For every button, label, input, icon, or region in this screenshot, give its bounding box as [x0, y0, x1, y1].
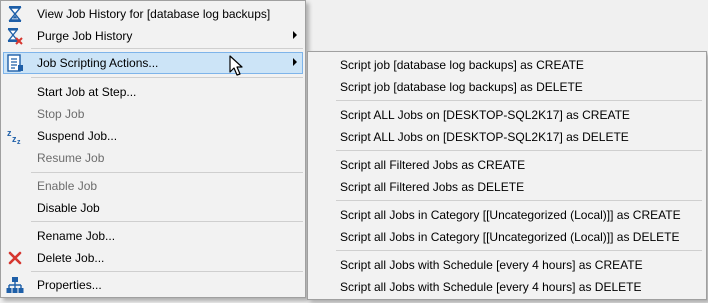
submenu-item-label: Script all Jobs with Schedule [every 4 h…	[340, 280, 642, 294]
menu-item-label: Disable Job	[37, 201, 100, 215]
submenu-item-label: Script all Jobs in Category [[Uncategori…	[340, 230, 680, 244]
menu-item-delete-job[interactable]: Delete Job...	[3, 247, 303, 269]
submenu-item-script-job-delete[interactable]: Script job [database log backups] as DEL…	[310, 76, 704, 98]
menu-item-label: Properties...	[37, 278, 102, 292]
mouse-cursor-icon	[229, 55, 243, 76]
menu-item-label: Purge Job History	[37, 29, 133, 43]
purge-history-icon	[7, 28, 23, 45]
menu-item-start-job-at-step[interactable]: Start Job at Step...	[3, 81, 303, 103]
submenu-item-script-job-create[interactable]: Script job [database log backups] as CRE…	[310, 54, 704, 76]
menu-item-enable-job[interactable]: Enable Job	[3, 175, 303, 197]
menu-item-resume-job[interactable]: Resume Job	[3, 147, 303, 169]
menu-item-label: Rename Job...	[37, 229, 116, 243]
submenu-item-script-all-jobs-server-create[interactable]: Script ALL Jobs on [DESKTOP-SQL2K17] as …	[310, 104, 704, 126]
submenu-item-script-all-jobs-server-delete[interactable]: Script ALL Jobs on [DESKTOP-SQL2K17] as …	[310, 126, 704, 148]
menu-item-label: Start Job at Step...	[37, 85, 137, 99]
submenu-item-label: Script ALL Jobs on [DESKTOP-SQL2K17] as …	[340, 130, 629, 144]
menu-separator	[31, 271, 303, 272]
menu-separator	[31, 77, 303, 78]
menu-item-disable-job[interactable]: Disable Job	[3, 197, 303, 219]
menu-separator	[336, 250, 702, 251]
menu-item-label: Enable Job	[37, 179, 98, 193]
svg-text:z: z	[17, 139, 21, 146]
submenu-arrow-icon	[293, 58, 297, 66]
submenu-item-label: Script all Filtered Jobs as DELETE	[340, 180, 525, 194]
menu-item-job-scripting-actions[interactable]: Job Scripting Actions...	[3, 52, 303, 74]
delete-icon	[8, 251, 22, 265]
menu-separator	[31, 48, 303, 49]
menu-separator	[336, 200, 702, 201]
submenu-item-script-filtered-jobs-delete[interactable]: Script all Filtered Jobs as DELETE	[310, 176, 704, 198]
submenu-item-script-filtered-jobs-create[interactable]: Script all Filtered Jobs as CREATE	[310, 154, 704, 176]
menu-separator	[31, 221, 303, 222]
job-scripting-submenu: Script job [database log backups] as CRE…	[307, 51, 707, 300]
menu-item-stop-job[interactable]: Stop Job	[3, 103, 303, 125]
menu-item-label: Stop Job	[37, 107, 85, 121]
submenu-arrow-icon	[293, 31, 297, 39]
menu-item-label: Suspend Job...	[37, 129, 118, 143]
menu-item-suspend-job[interactable]: z z z Suspend Job...	[3, 125, 303, 147]
submenu-item-script-schedule-jobs-create[interactable]: Script all Jobs with Schedule [every 4 h…	[310, 254, 704, 276]
submenu-item-label: Script all Filtered Jobs as CREATE	[340, 158, 526, 172]
submenu-item-script-category-jobs-create[interactable]: Script all Jobs in Category [[Uncategori…	[310, 204, 704, 226]
hourglass-icon	[8, 6, 22, 22]
submenu-item-label: Script job [database log backups] as CRE…	[340, 58, 584, 72]
menu-item-rename-job[interactable]: Rename Job...	[3, 225, 303, 247]
submenu-item-script-schedule-jobs-delete[interactable]: Script all Jobs with Schedule [every 4 h…	[310, 276, 704, 298]
menu-item-label: Job Scripting Actions...	[37, 56, 159, 70]
job-context-menu: View Job History for [database log backu…	[0, 0, 306, 298]
submenu-item-label: Script ALL Jobs on [DESKTOP-SQL2K17] as …	[340, 108, 630, 122]
menu-separator	[31, 172, 303, 173]
submenu-item-label: Script job [database log backups] as DEL…	[340, 80, 583, 94]
properties-icon	[6, 277, 24, 293]
menu-item-properties[interactable]: Properties...	[3, 274, 303, 296]
menu-separator	[336, 150, 702, 151]
submenu-item-label: Script all Jobs with Schedule [every 4 h…	[340, 258, 643, 272]
suspend-icon: z z z	[7, 128, 21, 146]
menu-item-label: View Job History for [database log backu…	[37, 7, 271, 21]
menu-separator	[336, 100, 702, 101]
menu-item-view-job-history[interactable]: View Job History for [database log backu…	[3, 3, 303, 25]
submenu-item-script-category-jobs-delete[interactable]: Script all Jobs in Category [[Uncategori…	[310, 226, 704, 248]
menu-item-purge-job-history[interactable]: Purge Job History	[3, 25, 303, 47]
menu-item-label: Resume Job	[37, 151, 105, 165]
menu-item-label: Delete Job...	[37, 251, 105, 265]
script-icon	[7, 54, 23, 72]
submenu-item-label: Script all Jobs in Category [[Uncategori…	[340, 208, 681, 222]
